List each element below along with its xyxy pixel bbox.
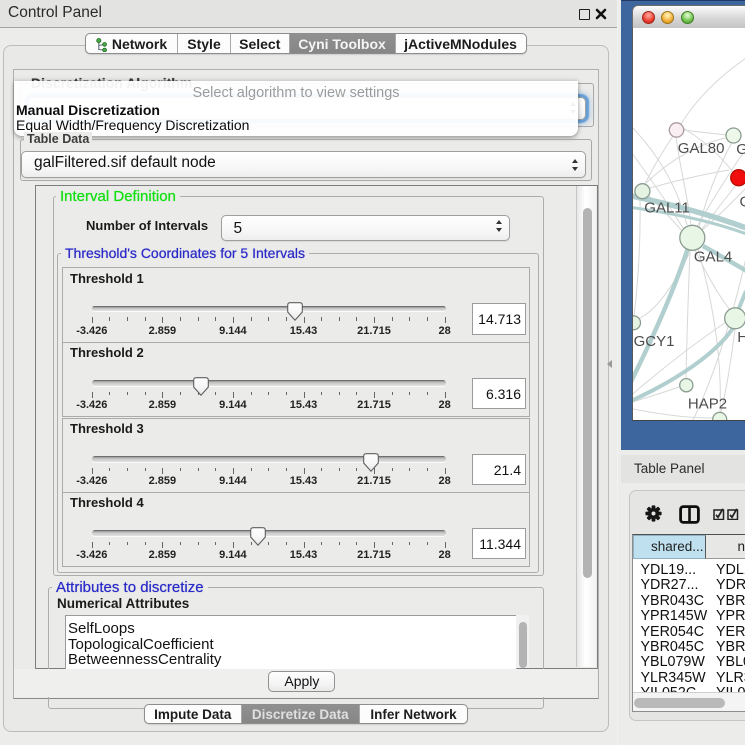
svg-text:H: H	[737, 328, 745, 345]
svg-text:GA: GA	[736, 141, 745, 158]
svg-text:GCY1: GCY1	[633, 332, 674, 349]
svg-text:G: G	[739, 193, 745, 210]
svg-text:GAL4: GAL4	[693, 248, 731, 265]
svg-text:GAL11: GAL11	[644, 199, 690, 216]
svg-text:HAP2: HAP2	[687, 395, 726, 412]
svg-text:GAL80: GAL80	[677, 139, 724, 156]
